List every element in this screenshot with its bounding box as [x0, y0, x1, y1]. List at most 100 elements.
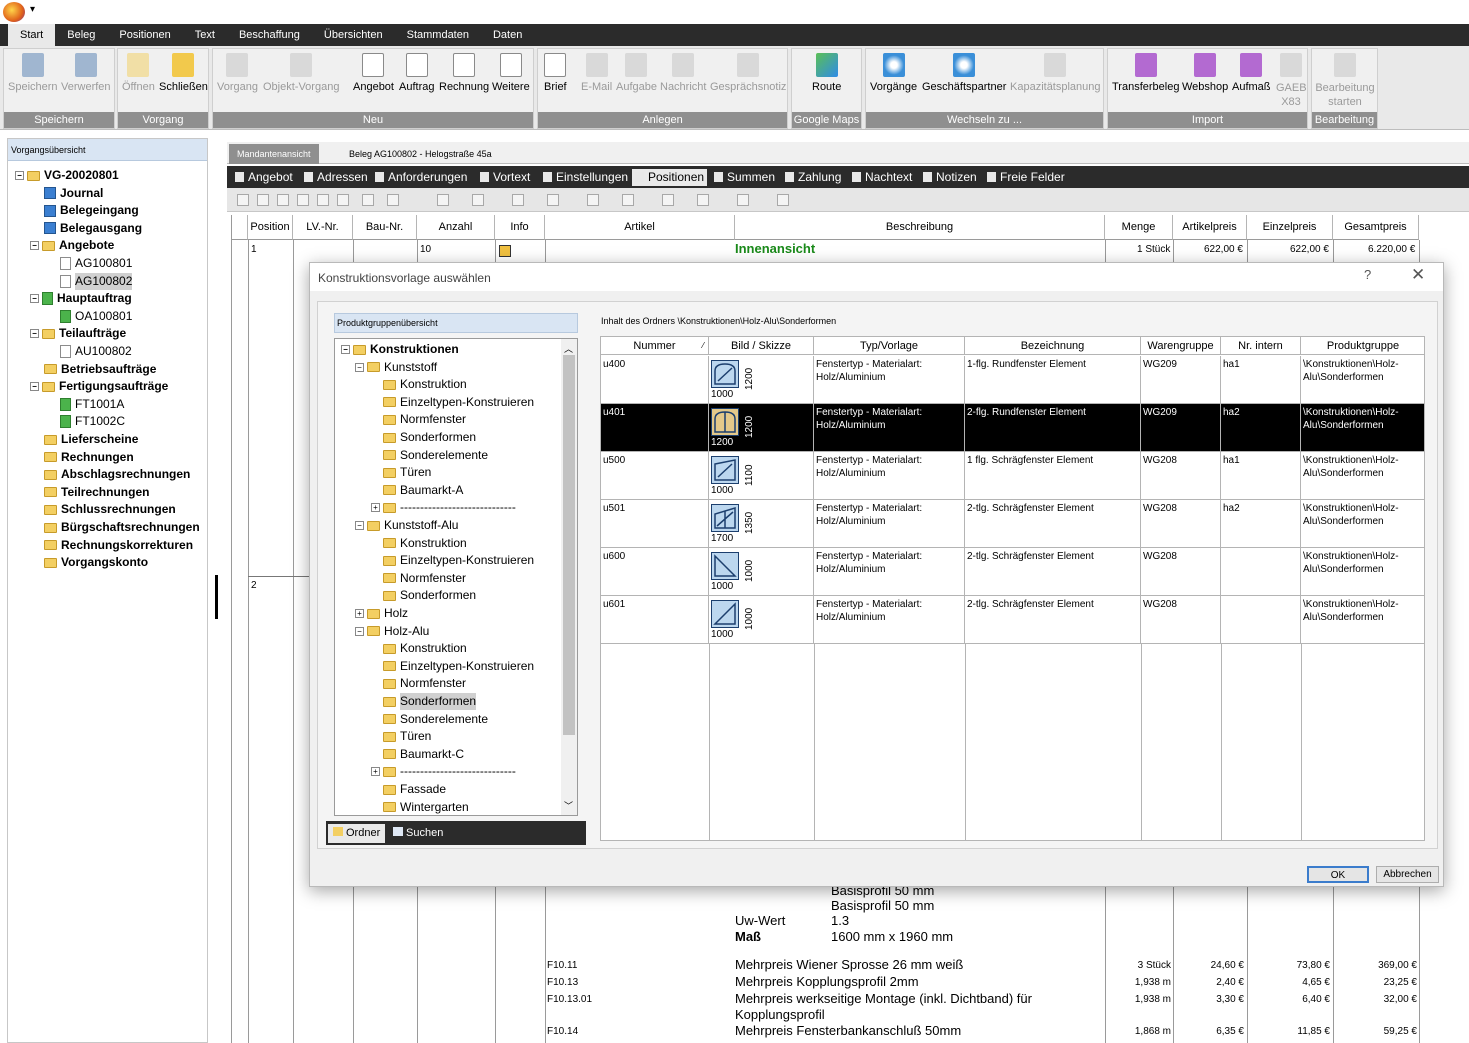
tree-item[interactable]: − Angebote	[30, 237, 114, 254]
email-button[interactable]: E-Mail	[581, 53, 612, 93]
toolbar-icon[interactable]	[777, 194, 789, 206]
tree-item[interactable]: AG100801	[60, 255, 132, 272]
expand-toggle-icon[interactable]: −	[341, 345, 350, 354]
tree-item[interactable]: Rechnungen	[44, 449, 134, 466]
subtab-summen[interactable]: Summen	[711, 169, 778, 186]
toolbar-icon[interactable]	[317, 194, 329, 206]
tree-item[interactable]: Rechnungskorrekturen	[44, 537, 193, 554]
product-tree-item[interactable]: Normfenster	[371, 411, 466, 428]
col-anzahl[interactable]: Anzahl	[417, 215, 495, 240]
product-tree-item[interactable]: Normfenster	[371, 570, 466, 587]
col-nummer[interactable]: Nummer ⁄	[601, 337, 709, 355]
aufmass-button[interactable]: Aufmaß	[1232, 53, 1271, 93]
product-group-tree[interactable]: − Konstruktionen − Kunststoff Konstruktion Ei…	[334, 338, 578, 816]
splitter-handle[interactable]	[215, 575, 218, 619]
tree-item[interactable]: Vorgangskonto	[44, 554, 148, 571]
toolbar-icon[interactable]	[297, 194, 309, 206]
expand-toggle-icon[interactable]: −	[15, 171, 24, 180]
tab-beleg[interactable]: Beleg AG100802 - Helogstraße 45a	[341, 144, 500, 164]
tree-item[interactable]: Abschlagsrechnungen	[44, 466, 190, 483]
tree-scrollbar[interactable]: ︿ ﹀	[561, 339, 577, 815]
toolbar-icon[interactable]	[512, 194, 524, 206]
col-typ-vorlage[interactable]: Typ/Vorlage	[814, 337, 965, 355]
tree-item[interactable]: − Teilaufträge	[30, 325, 126, 342]
template-row[interactable]: u501 1700 1350 Fenstertyp - Materialart: Ho…	[601, 500, 1424, 548]
kapazitaetsplanung-button[interactable]: Kapazitätsplanung	[1010, 53, 1101, 93]
product-tree-item[interactable]: + -----------------------------	[371, 763, 516, 780]
rechnung-button[interactable]: Rechnung	[439, 53, 489, 93]
subtab-positionen[interactable]: Positionen	[632, 169, 708, 186]
toolbar-icon[interactable]	[387, 194, 399, 206]
brief-button[interactable]: Brief	[544, 53, 567, 93]
template-row[interactable]: u601 1000 1000 Fenstertyp - Materialart: Ho…	[601, 596, 1424, 644]
subtab-zahlung[interactable]: Zahlung	[782, 169, 844, 186]
nachricht-button[interactable]: Nachricht	[660, 53, 706, 93]
col-beschreibung[interactable]: Beschreibung	[735, 215, 1105, 240]
tree-item[interactable]: OA100801	[60, 308, 132, 325]
product-tree-item[interactable]: − Kunststoff-Alu	[355, 517, 458, 534]
product-tree-item[interactable]: Konstruktion	[371, 535, 467, 552]
ribbon-tab-start[interactable]: Start	[8, 24, 56, 46]
expand-toggle-icon[interactable]: −	[30, 241, 39, 251]
col-info[interactable]: Info	[495, 215, 545, 240]
expand-toggle-icon[interactable]: +	[371, 503, 380, 513]
product-tree-item[interactable]: Sonderformen	[371, 587, 476, 604]
product-tree-item[interactable]: + -----------------------------	[371, 499, 516, 516]
subtab-angebot[interactable]: Angebot	[232, 169, 296, 186]
scroll-down-icon[interactable]: ﹀	[564, 799, 573, 812]
toolbar-icon[interactable]	[362, 194, 374, 206]
tab-mandantenansicht[interactable]: Mandantenansicht	[229, 144, 319, 164]
expand-toggle-icon[interactable]: −	[30, 382, 39, 392]
close-button[interactable]: ✕	[1411, 265, 1425, 285]
col-bau-nr[interactable]: Bau-Nr.	[353, 215, 417, 240]
expand-toggle-icon[interactable]: −	[30, 329, 39, 339]
toolbar-icon[interactable]	[437, 194, 449, 206]
ribbon-tab-beschaffung[interactable]: Beschaffung	[227, 24, 312, 46]
tree-item[interactable]: Belegausgang	[44, 220, 142, 237]
expand-toggle-icon[interactable]: −	[355, 362, 364, 372]
subtab-notizen[interactable]: Notizen	[920, 169, 980, 186]
col-einzelpreis[interactable]: Einzelpreis	[1247, 215, 1333, 240]
subtab-nachtext[interactable]: Nachtext	[849, 169, 915, 186]
subtab-vortext[interactable]: Vortext	[477, 169, 533, 186]
subtab-adressen[interactable]: Adressen	[301, 169, 371, 186]
ok-button[interactable]: OK	[1307, 866, 1369, 883]
tree-item[interactable]: Lieferscheine	[44, 431, 138, 448]
product-tree-item[interactable]: Konstruktion	[371, 640, 467, 657]
col-gesamtpreis[interactable]: Gesamtpreis	[1333, 215, 1419, 240]
toolbar-icon[interactable]	[697, 194, 709, 206]
scrollbar-thumb[interactable]	[563, 355, 575, 735]
scroll-up-icon[interactable]: ︿	[564, 342, 573, 355]
weitere-button[interactable]: Weitere	[492, 53, 530, 93]
tree-item[interactable]: − Hauptauftrag	[30, 290, 132, 307]
col-nr-intern[interactable]: Nr. intern	[1221, 337, 1301, 355]
template-row[interactable]: u400 1000 1200 Fenstertyp - Materialart: Ho…	[601, 356, 1424, 404]
app-logo-icon[interactable]	[3, 2, 25, 22]
product-tree-item[interactable]: Sonderelemente	[371, 447, 488, 464]
angebot-button[interactable]: Angebot	[353, 53, 394, 93]
col-position[interactable]: Position	[248, 215, 293, 240]
toolbar-icon[interactable]	[662, 194, 674, 206]
vorgaenge-button[interactable]: Vorgänge	[870, 53, 917, 93]
toolbar-icon[interactable]	[737, 194, 749, 206]
expand-toggle-icon[interactable]: −	[355, 626, 364, 636]
toolbar-icon[interactable]	[472, 194, 484, 206]
vorgang-button[interactable]: Vorgang	[217, 53, 258, 93]
expand-toggle-icon[interactable]: −	[355, 521, 364, 530]
template-row[interactable]: u600 1000 1000 Fenstertyp - Materialart: Ho…	[601, 548, 1424, 596]
verwerfen-button[interactable]: Verwerfen	[61, 53, 111, 93]
expand-toggle-icon[interactable]: +	[371, 767, 380, 777]
product-tree-item[interactable]: Sonderelemente	[371, 711, 488, 728]
col-bezeichnung[interactable]: Bezeichnung	[965, 337, 1141, 355]
col-warengruppe[interactable]: Warengruppe	[1141, 337, 1221, 355]
expand-toggle-icon[interactable]: +	[355, 609, 364, 618]
product-tree-item[interactable]: Wintergarten	[371, 799, 469, 815]
product-tree-item[interactable]: Türen	[371, 464, 431, 481]
transferbeleg-button[interactable]: Transferbeleg	[1112, 53, 1179, 93]
ribbon-tab-daten[interactable]: Daten	[481, 24, 534, 46]
ribbon-tab-positionen[interactable]: Positionen	[107, 24, 182, 46]
geschaeftspartner-button[interactable]: Geschäftspartner	[922, 53, 1006, 93]
tree-item[interactable]: FT1001A	[60, 396, 124, 413]
tree-item[interactable]: Journal	[44, 185, 103, 202]
tab-suchen[interactable]: Suchen	[388, 824, 448, 843]
